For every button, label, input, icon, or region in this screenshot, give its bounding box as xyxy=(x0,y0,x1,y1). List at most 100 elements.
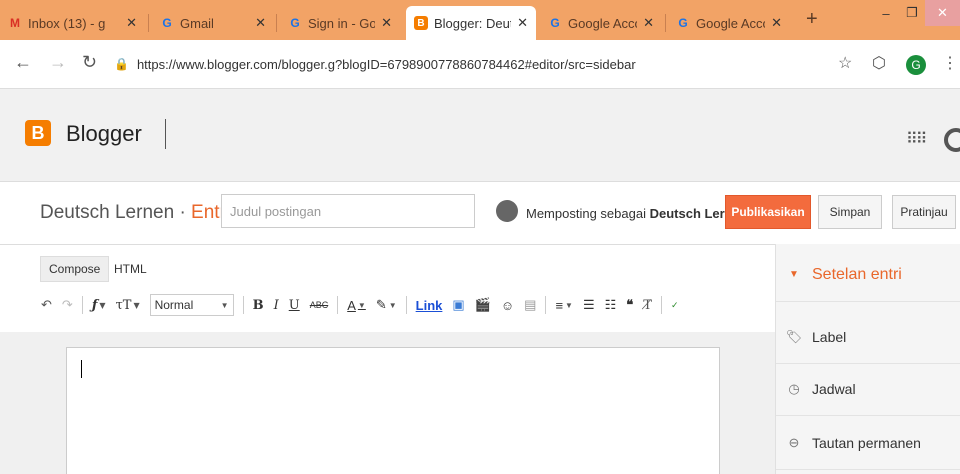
redo-icon[interactable]: ↷ xyxy=(62,297,73,313)
post-editor-bar: Deutsch Lernen · Entri Memposting sebaga… xyxy=(0,182,960,245)
extension-icon[interactable]: ⬡ xyxy=(872,53,886,73)
text-cursor xyxy=(81,360,82,378)
profile-avatar[interactable]: G xyxy=(906,55,926,75)
toolbar-separator xyxy=(405,296,407,314)
sidebar-item-text: Jadwal xyxy=(812,380,856,397)
toolbar-separator xyxy=(337,296,339,314)
save-button[interactable]: Simpan xyxy=(818,195,882,229)
html-tab[interactable]: HTML xyxy=(106,256,155,282)
text-color-icon[interactable]: A ▼ xyxy=(347,298,366,313)
italic-icon[interactable]: I xyxy=(274,298,279,313)
close-tab-icon[interactable]: ✕ xyxy=(255,15,266,31)
paragraph-format-select[interactable]: Normal ▼ xyxy=(149,294,234,316)
tab-inbox[interactable]: M Inbox (13) - g ✕ xyxy=(0,6,145,40)
tab-blogger[interactable]: B Blogger: Deut ✕ xyxy=(406,6,536,40)
close-tab-icon[interactable]: ✕ xyxy=(381,15,392,31)
profile-initial: G xyxy=(911,58,921,72)
sidebar-item-label[interactable]: 🏷 Label xyxy=(776,310,960,364)
close-tab-icon[interactable]: ✕ xyxy=(771,15,782,31)
sidebar-item-schedule[interactable]: ◷ Jadwal xyxy=(776,362,960,416)
blogger-icon: B xyxy=(414,16,428,30)
post-settings-sidebar: ▼ Setelan entri 🏷 Label ◷ Jadwal ⊖ Tauta… xyxy=(775,244,960,474)
blog-name[interactable]: Deutsch Lernen xyxy=(40,202,174,223)
tab-title: Google Acco xyxy=(568,15,638,31)
address-bar[interactable]: 🔒 https://www.blogger.com/blogger.g?blog… xyxy=(114,50,824,78)
save-label: Simpan xyxy=(829,205,871,219)
underline-icon[interactable]: U xyxy=(289,298,300,313)
blog-breadcrumb: Deutsch Lernen · Entri xyxy=(40,202,230,224)
tab-google-account-2[interactable]: G Google Acco ✕ xyxy=(668,6,790,40)
back-icon[interactable]: ← xyxy=(14,52,32,73)
numbered-list-icon[interactable]: ☰ xyxy=(583,297,595,313)
bookmark-star-icon[interactable]: ☆ xyxy=(838,53,852,73)
blogger-logo-icon[interactable]: B xyxy=(25,120,51,146)
insert-image-icon[interactable]: ▣ xyxy=(452,297,464,313)
font-family-icon[interactable]: ƒ ▼ xyxy=(92,298,106,313)
forward-icon[interactable]: → xyxy=(49,52,67,73)
close-tab-icon[interactable]: ✕ xyxy=(517,15,528,31)
clear-formatting-icon[interactable]: T̸ xyxy=(643,298,652,313)
browser-tab-strip: M Inbox (13) - g ✕ G Gmail ✕ G Sign in -… xyxy=(0,0,960,40)
insert-emoji-icon[interactable]: ☺ xyxy=(501,298,514,313)
post-title-input[interactable] xyxy=(221,194,475,228)
posting-as-prefix: Memposting sebagai xyxy=(526,206,646,221)
reload-icon[interactable]: ↻ xyxy=(82,52,97,73)
breadcrumb-separator: · xyxy=(179,202,186,223)
account-icon[interactable] xyxy=(944,128,960,152)
tag-icon: 🏷 xyxy=(785,328,803,344)
quote-icon[interactable]: ❝ xyxy=(626,297,633,313)
tab-title: Gmail xyxy=(180,15,214,31)
link-button[interactable]: Link xyxy=(416,298,443,313)
toolbar-separator xyxy=(545,296,547,314)
minimize-button[interactable]: ‒ xyxy=(873,0,899,26)
menu-kebab-icon[interactable]: ⋮ xyxy=(942,53,958,73)
highlight-color-icon[interactable]: ✎ ▼ xyxy=(376,297,397,313)
close-tab-icon[interactable]: ✕ xyxy=(126,15,137,31)
apps-grid-icon[interactable]: ⠿⠿ xyxy=(906,129,927,149)
close-window-button[interactable]: ✕ xyxy=(925,0,960,26)
alignment-icon[interactable]: ≡ ▼ xyxy=(555,298,573,313)
browser-toolbar: ← → ↻ 🔒 https://www.blogger.com/blogger.… xyxy=(0,40,960,89)
close-tab-icon[interactable]: ✕ xyxy=(643,15,654,31)
publish-button[interactable]: Publikasikan xyxy=(725,195,811,229)
post-body-editor[interactable] xyxy=(66,347,720,474)
insert-jump-break-icon[interactable]: ▤ xyxy=(524,297,536,313)
bulleted-list-icon[interactable]: ☷ xyxy=(605,297,617,313)
blogger-header: B Blogger ⠿⠿ xyxy=(0,89,960,182)
tab-title: Blogger: Deut xyxy=(434,15,512,31)
bold-icon[interactable]: B xyxy=(253,298,264,313)
header-divider xyxy=(165,119,166,149)
toolbar-separator xyxy=(660,296,662,314)
link-icon: ⊖ xyxy=(788,434,800,450)
compose-tab[interactable]: Compose xyxy=(40,256,110,282)
tab-google-account-1[interactable]: G Google Acco ✕ xyxy=(540,6,662,40)
insert-video-icon[interactable]: 🎬 xyxy=(475,297,491,313)
preview-label: Pratinjau xyxy=(900,205,948,219)
sidebar-item-text: Label xyxy=(812,328,847,345)
undo-icon[interactable]: ↶ xyxy=(41,297,52,313)
preview-button[interactable]: Pratinjau xyxy=(892,195,956,229)
triangle-down-icon: ▼ xyxy=(789,269,799,280)
compose-label: Compose xyxy=(49,262,101,276)
url-text: https://www.blogger.com/blogger.g?blogID… xyxy=(136,56,636,72)
tab-separator xyxy=(148,14,149,32)
google-icon: G xyxy=(162,16,172,30)
clock-icon: ◷ xyxy=(788,380,800,396)
tab-sign-in[interactable]: G Sign in - Goo ✕ xyxy=(280,6,400,40)
tab-separator xyxy=(665,14,666,32)
user-avatar xyxy=(496,200,518,222)
new-tab-button[interactable]: + xyxy=(806,8,818,31)
font-size-icon[interactable]: τT ▼ xyxy=(116,298,140,313)
toolbar-separator xyxy=(81,296,83,314)
app-name[interactable]: Blogger xyxy=(66,121,142,147)
sidebar-item-permalink[interactable]: ⊖ Tautan permanen xyxy=(776,416,960,470)
maximize-button[interactable]: ❐ xyxy=(899,0,925,26)
strikethrough-icon[interactable]: ABC xyxy=(310,300,329,310)
tab-gmail[interactable]: G Gmail ✕ xyxy=(152,6,274,40)
spellcheck-icon[interactable]: ✓ xyxy=(671,300,679,311)
post-settings-header[interactable]: ▼ Setelan entri xyxy=(776,248,960,302)
toolbar-separator xyxy=(242,296,244,314)
html-label: HTML xyxy=(114,262,147,276)
formatting-toolbar: ↶ ↷ ƒ ▼ τT ▼ Normal ▼ B I U ABC A ▼ ✎ ▼ Link … xyxy=(36,290,683,320)
publish-label: Publikasikan xyxy=(731,205,805,219)
